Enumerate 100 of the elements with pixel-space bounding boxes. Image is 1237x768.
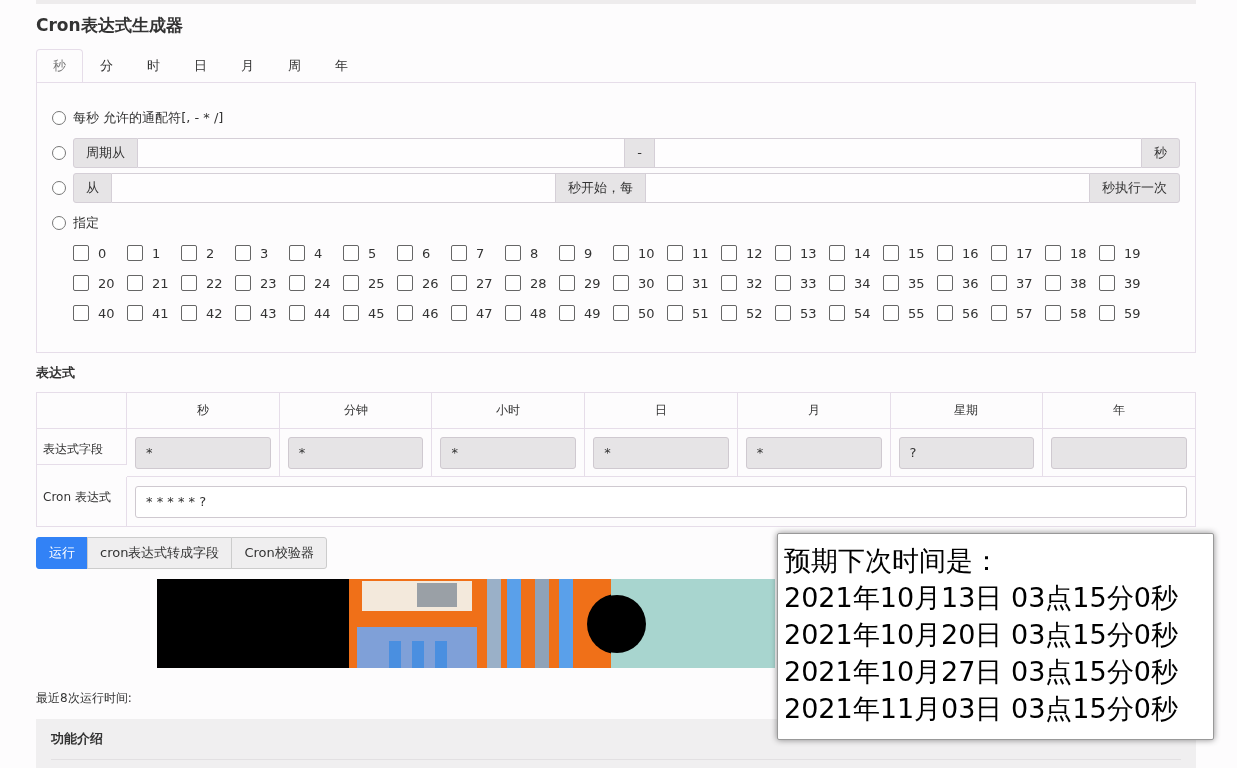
checkbox[interactable] — [667, 275, 683, 291]
checkbox[interactable] — [451, 245, 467, 261]
tab[interactable]: 周 — [271, 49, 318, 82]
checkbox[interactable] — [505, 275, 521, 291]
checkbox[interactable] — [505, 245, 521, 261]
readonly-field[interactable] — [1051, 437, 1187, 469]
cron-input-field[interactable]: * * * * * ? — [135, 486, 1187, 518]
checkbox[interactable] — [559, 245, 575, 261]
checkbox[interactable] — [73, 245, 89, 261]
tab[interactable]: 月 — [224, 49, 271, 82]
readonly-field[interactable]: ? — [898, 437, 1035, 469]
checkbox[interactable] — [397, 305, 413, 321]
checkbox[interactable] — [1045, 275, 1061, 291]
checkbox[interactable] — [613, 305, 629, 321]
checkbox[interactable] — [559, 305, 575, 321]
checkbox[interactable] — [127, 275, 143, 291]
checkbox[interactable] — [235, 275, 251, 291]
checkbox[interactable] — [829, 305, 845, 321]
input-field[interactable] — [646, 173, 1089, 203]
checkbox[interactable] — [73, 305, 89, 321]
checkbox-label: 23 — [260, 275, 277, 291]
checkbox[interactable] — [1099, 275, 1115, 291]
checkbox[interactable] — [181, 275, 197, 291]
checkbox[interactable] — [775, 275, 791, 291]
checkbox-label: 9 — [584, 245, 593, 261]
checkbox[interactable] — [721, 305, 737, 321]
checkbox[interactable] — [991, 245, 1007, 261]
tab[interactable]: 秒 — [36, 49, 83, 82]
radio-button[interactable] — [52, 181, 66, 195]
checkbox[interactable] — [667, 245, 683, 261]
action-button[interactable]: Cron校验器 — [231, 537, 327, 569]
checkbox[interactable] — [1045, 245, 1061, 261]
checkbox[interactable] — [829, 275, 845, 291]
radio-button[interactable] — [52, 111, 66, 125]
checkbox[interactable] — [289, 275, 305, 291]
checkbox[interactable] — [559, 275, 575, 291]
checkbox[interactable] — [991, 275, 1007, 291]
action-button[interactable]: cron表达式转成字段 — [87, 537, 233, 569]
checkbox[interactable] — [721, 275, 737, 291]
checkbox-label: 46 — [422, 305, 439, 321]
readonly-field[interactable]: * — [135, 437, 271, 469]
tab[interactable]: 分 — [83, 49, 130, 82]
checkbox-label: 58 — [1070, 305, 1087, 321]
checkbox-label: 59 — [1124, 305, 1141, 321]
checkbox[interactable] — [721, 245, 737, 261]
checkbox[interactable] — [937, 275, 953, 291]
checkbox-label: 26 — [422, 275, 439, 291]
checkbox[interactable] — [937, 245, 953, 261]
checkbox[interactable] — [343, 275, 359, 291]
checkbox-label: 54 — [854, 305, 871, 321]
tab[interactable]: 日 — [177, 49, 224, 82]
readonly-field[interactable]: * — [745, 437, 882, 469]
checkbox[interactable] — [613, 245, 629, 261]
checkbox[interactable] — [613, 275, 629, 291]
input-addon: 秒 — [1141, 138, 1180, 168]
checkbox[interactable] — [505, 305, 521, 321]
checkbox[interactable] — [451, 305, 467, 321]
tab[interactable]: 年 — [318, 49, 365, 82]
checkbox[interactable] — [397, 275, 413, 291]
checkbox[interactable] — [1099, 245, 1115, 261]
checkbox[interactable] — [343, 245, 359, 261]
checkbox[interactable] — [397, 245, 413, 261]
checkbox[interactable] — [991, 305, 1007, 321]
readonly-field[interactable]: * — [440, 437, 577, 469]
checkbox[interactable] — [829, 245, 845, 261]
tab[interactable]: 时 — [130, 49, 177, 82]
checkbox[interactable] — [289, 305, 305, 321]
checkbox[interactable] — [451, 275, 467, 291]
checkbox[interactable] — [937, 305, 953, 321]
checkbox-label: 57 — [1016, 305, 1033, 321]
checkbox[interactable] — [775, 245, 791, 261]
checkbox[interactable] — [235, 245, 251, 261]
checkbox[interactable] — [883, 245, 899, 261]
checkbox[interactable] — [235, 305, 251, 321]
input-field[interactable] — [112, 173, 555, 203]
checkbox-label: 50 — [638, 305, 655, 321]
checkbox[interactable] — [127, 305, 143, 321]
checkbox[interactable] — [73, 275, 89, 291]
input-addon: 秒执行一次 — [1089, 173, 1180, 203]
radio-button[interactable] — [52, 216, 66, 230]
checkbox-label: 29 — [584, 275, 601, 291]
readonly-field[interactable]: * — [287, 437, 424, 469]
checkbox[interactable] — [667, 305, 683, 321]
checkbox[interactable] — [1099, 305, 1115, 321]
checkbox[interactable] — [343, 305, 359, 321]
checkbox[interactable] — [181, 305, 197, 321]
checkbox[interactable] — [289, 245, 305, 261]
checkbox[interactable] — [1045, 305, 1061, 321]
checkbox-label: 53 — [800, 305, 817, 321]
action-button[interactable]: 运行 — [36, 537, 88, 569]
radio-button[interactable] — [52, 146, 66, 160]
checkbox-label: 10 — [638, 245, 655, 261]
input-field[interactable] — [654, 138, 1141, 168]
checkbox[interactable] — [883, 305, 899, 321]
checkbox[interactable] — [127, 245, 143, 261]
input-field[interactable] — [138, 138, 625, 168]
checkbox[interactable] — [181, 245, 197, 261]
checkbox[interactable] — [775, 305, 791, 321]
checkbox[interactable] — [883, 275, 899, 291]
readonly-field[interactable]: * — [593, 437, 729, 469]
